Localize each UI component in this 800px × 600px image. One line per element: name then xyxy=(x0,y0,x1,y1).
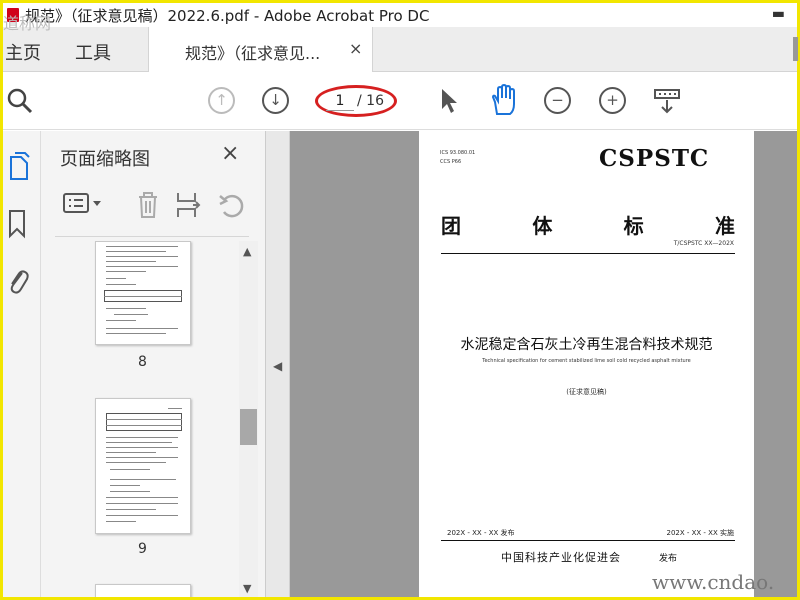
tab-tools[interactable]: 工具 xyxy=(75,39,111,65)
minimize-icon[interactable]: ▬ xyxy=(772,6,785,22)
ccs-line: CCS P66 xyxy=(440,159,462,165)
draft-label: (征求意见稿) xyxy=(566,388,607,396)
panel-collapse-strip[interactable]: ◀ xyxy=(266,131,290,597)
standard-code: T/CSPSTC XX—202X xyxy=(673,240,734,247)
document-viewer[interactable]: ICS 93.080.01 CCS P66 CSPSTC 团 体 标 准 T/C… xyxy=(290,131,797,597)
pointer-icon[interactable] xyxy=(437,86,461,116)
hand-icon[interactable] xyxy=(488,84,520,116)
top-rule xyxy=(441,253,735,254)
scroll-up-icon[interactable]: ▲ xyxy=(243,245,251,258)
insert-page-icon[interactable] xyxy=(175,191,201,224)
arrow-up-icon[interactable]: ↑ xyxy=(208,87,235,114)
watermark-bottom: www.cndao. xyxy=(652,570,775,594)
document-page: ICS 93.080.01 CCS P66 CSPSTC 团 体 标 准 T/C… xyxy=(419,131,754,597)
tab-document-label: 规范》（征求意见... xyxy=(185,44,321,63)
thumbnail-page[interactable] xyxy=(95,241,191,345)
watermark-top: 道称网 xyxy=(3,14,52,33)
pages-icon[interactable] xyxy=(7,151,31,187)
implementation-date: 202X - XX - XX 实施 xyxy=(666,529,734,537)
standard-char: 体 xyxy=(532,214,553,238)
tab-close-icon[interactable]: × xyxy=(349,39,362,58)
ics-code: ICS 93.080.01 CCS P66 xyxy=(440,149,475,167)
tab-document[interactable]: 规范》（征求意见... × xyxy=(148,27,373,73)
ics-line: ICS 93.080.01 xyxy=(440,150,476,156)
panel-separator xyxy=(55,236,249,237)
thumbnail-page[interactable] xyxy=(95,584,191,597)
panel-heading: 页面缩略图 xyxy=(60,149,150,170)
tab-scroll-indicator[interactable] xyxy=(793,37,798,61)
thumbnail-list: 8 9 xyxy=(41,241,239,597)
trash-icon[interactable] xyxy=(136,191,160,224)
document-title: 水泥稳定含石灰土冷再生混合料技术规范 xyxy=(460,337,713,353)
thumbnail-scrollbar[interactable]: ▲ ▼ xyxy=(239,241,258,597)
bottom-rule xyxy=(441,540,735,541)
search-icon[interactable] xyxy=(5,86,35,116)
page-number-input[interactable] xyxy=(326,91,354,111)
bookmark-icon[interactable] xyxy=(7,209,27,245)
thumbnail-page-number: 9 xyxy=(138,541,147,557)
window-title: 规范》（征求意见稿）2022.6.pdf - Adobe Acrobat Pro… xyxy=(25,6,430,25)
navigation-rail xyxy=(3,131,41,597)
document-logo: CSPSTC xyxy=(599,145,710,172)
publisher-suffix: 发布 xyxy=(659,554,678,564)
minus-circle-icon[interactable]: − xyxy=(544,87,571,114)
arrow-down-icon[interactable]: ↓ xyxy=(262,87,289,114)
page-total: / 16 xyxy=(357,93,384,109)
scroll-mode-icon[interactable] xyxy=(651,86,683,116)
scroll-down-icon[interactable]: ▼ xyxy=(243,582,251,595)
document-subtitle: Technical specification for cement stabi… xyxy=(482,358,691,364)
thumbnail-page[interactable] xyxy=(95,398,191,534)
publisher: 中国科技产业化促进会 xyxy=(501,551,621,564)
title-bar: 规范》（征求意见稿）2022.6.pdf - Adobe Acrobat Pro… xyxy=(3,3,797,27)
undo-icon[interactable] xyxy=(217,191,245,224)
issue-date: 202X - XX - XX 发布 xyxy=(447,529,515,537)
tab-home[interactable]: 主页 xyxy=(5,39,41,65)
standard-char: 准 xyxy=(714,214,735,238)
toolbar: ↑ ↓ / 16 − + xyxy=(3,72,797,130)
options-icon[interactable] xyxy=(62,191,106,222)
panel-close-icon[interactable]: × xyxy=(221,141,239,166)
attachment-icon[interactable] xyxy=(7,265,29,301)
scrollbar-thumb[interactable] xyxy=(240,409,257,445)
collapse-arrow-icon[interactable]: ◀ xyxy=(273,359,282,373)
thumbnail-panel: 页面缩略图 × 8 9 ▲ ▼ xyxy=(41,131,266,597)
standard-type: 团 体 标 准 xyxy=(441,210,735,239)
tab-bar: 主页 工具 规范》（征求意见... × xyxy=(3,27,798,73)
plus-circle-icon[interactable]: + xyxy=(599,87,626,114)
standard-char: 标 xyxy=(623,214,644,238)
thumbnail-page-number: 8 xyxy=(138,354,147,370)
standard-char: 团 xyxy=(441,214,461,238)
